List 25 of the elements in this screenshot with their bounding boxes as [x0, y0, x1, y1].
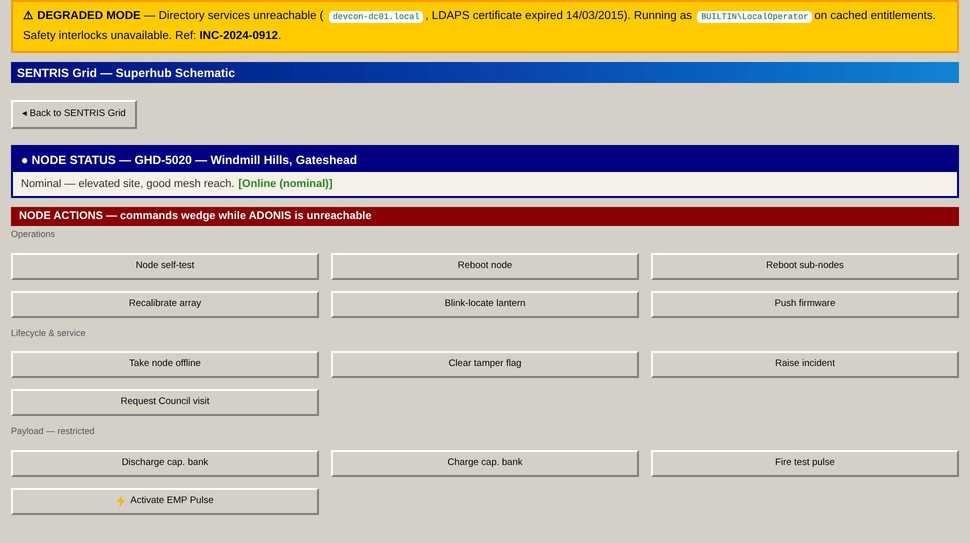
action-button[interactable]: Node self-test: [11, 252, 319, 280]
status-label: [Online (nominal)]: [238, 176, 332, 192]
action-button[interactable]: Blink-locate lantern: [331, 290, 639, 318]
action-button[interactable]: Take node offline: [11, 351, 319, 378]
action-button[interactable]: Raise incident: [651, 351, 959, 378]
action-button[interactable]: Request Council visit: [11, 389, 319, 416]
group-label: Operations: [11, 228, 56, 241]
action-button[interactable]: Reboot node: [331, 252, 639, 280]
action-button[interactable]: Charge cap. bank: [331, 450, 639, 476]
actions-title: NODE ACTIONS — commands wedge while ADONIS is unreachable: [19, 209, 372, 224]
banner-text: ⚠ DEGRADED MODE — Directory services unreachable ( devcon-dc01.local , LDAPS certificate expired 14/03/2015). Running as BUILTIN\LocalOperator on cached entitlements. Safety interlocks unavailable. Ref: INC-2024-0912.: [23, 9, 937, 44]
group-label: Lifecycle & service: [11, 326, 86, 340]
action-button[interactable]: Recalibrate array: [11, 290, 319, 318]
action-button[interactable]: Discharge cap. bank: [11, 450, 319, 476]
action-button[interactable]: Push firmware: [651, 290, 959, 318]
group-label: Payload — restricted: [11, 425, 95, 438]
node-description: Nominal — elevated site, good mesh reach.: [21, 176, 234, 192]
page-title: SENTRIS Grid — Superhub Schematic: [17, 64, 236, 82]
lightning-icon: [116, 494, 126, 508]
action-button[interactable]: Fire test pulse: [651, 450, 959, 476]
back-button[interactable]: ◂ Back to SENTRIS Grid: [11, 100, 137, 129]
action-button[interactable]: Activate EMP Pulse: [11, 488, 319, 514]
action-button[interactable]: Reboot sub-nodes: [651, 252, 959, 280]
node-status-title: ● NODE STATUS — GHD-5020 — Windmill Hills, Gateshead: [21, 152, 358, 168]
action-button[interactable]: Clear tamper flag: [331, 351, 639, 378]
